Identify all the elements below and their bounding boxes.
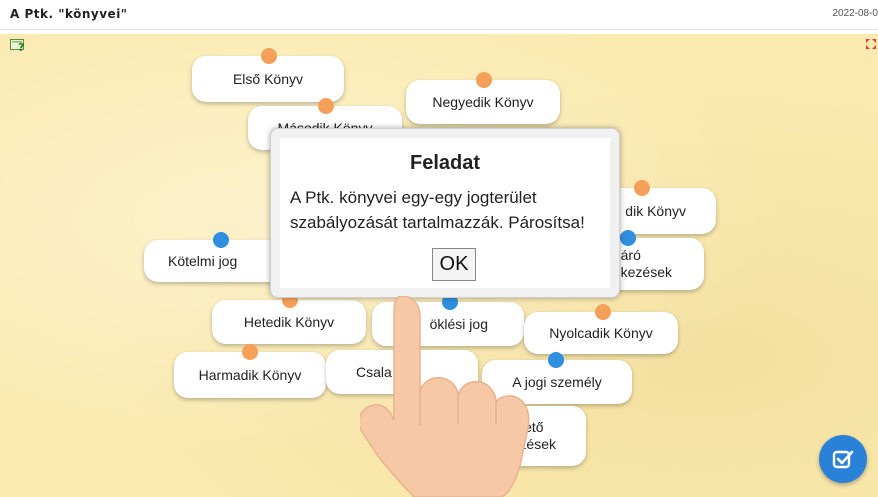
ok-button[interactable]: OK (432, 248, 476, 281)
card-hetedik-konyv[interactable]: Hetedik Könyv (212, 292, 366, 344)
card-nyolcadik-konyv[interactable]: Nyolcadik Könyv (524, 304, 678, 354)
blue-connector-dot[interactable] (620, 230, 636, 246)
dialog-message: A Ptk. könyvei egy-egy jogterület szabál… (290, 188, 585, 232)
task-dialog: Feladat A Ptk. könyvei egy-egy jogterüle… (270, 128, 620, 298)
card-label-line1: áró (620, 247, 641, 263)
card-label: Negyedik Könyv (432, 93, 534, 110)
check-icon (832, 450, 854, 469)
card-kotelmi-jog[interactable]: Kötelmi jog (144, 232, 284, 282)
pointing-hand-icon (360, 296, 530, 497)
top-bar: A Ptk. "könyvei" 2022-08-0 (0, 0, 878, 30)
orange-connector-dot[interactable] (242, 344, 258, 360)
card-label: Nyolcadik Könyv (549, 324, 653, 341)
orange-connector-dot[interactable] (476, 72, 492, 88)
orange-connector-dot[interactable] (318, 98, 334, 114)
card-label: dik Könyv (625, 202, 686, 219)
card-label-line2: kezések (620, 264, 672, 280)
blue-connector-dot[interactable] (548, 352, 564, 368)
orange-connector-dot[interactable] (595, 304, 611, 320)
check-answers-button[interactable] (819, 435, 867, 483)
card-harmadik-konyv[interactable]: Harmadik Könyv (174, 344, 326, 398)
card-label: Hetedik Könyv (243, 313, 335, 330)
app-title: A Ptk. "könyvei" (10, 7, 128, 21)
fullscreen-icon[interactable] (866, 39, 876, 49)
card-label: Első Könyv (232, 70, 304, 87)
dialog-title: Feladat (409, 152, 481, 174)
card-negyedik-konyv[interactable]: Negyedik Könyv (406, 72, 560, 124)
card-elso-konyv[interactable]: Első Könyv (192, 48, 344, 102)
card-label-block: áró kezések (621, 247, 672, 281)
blue-connector-dot[interactable] (213, 232, 229, 248)
card-label: Harmadik Könyv (198, 366, 302, 383)
card-label: Kötelmi jog (168, 252, 238, 269)
svg-text:?: ? (18, 41, 24, 52)
orange-connector-dot[interactable] (634, 180, 650, 196)
app-date: 2022-08-0 (832, 8, 878, 19)
orange-connector-dot[interactable] (261, 48, 277, 64)
help-icon[interactable]: ? (10, 38, 26, 52)
dialog-content: Feladat A Ptk. könyvei egy-egy jogterüle… (280, 138, 610, 288)
